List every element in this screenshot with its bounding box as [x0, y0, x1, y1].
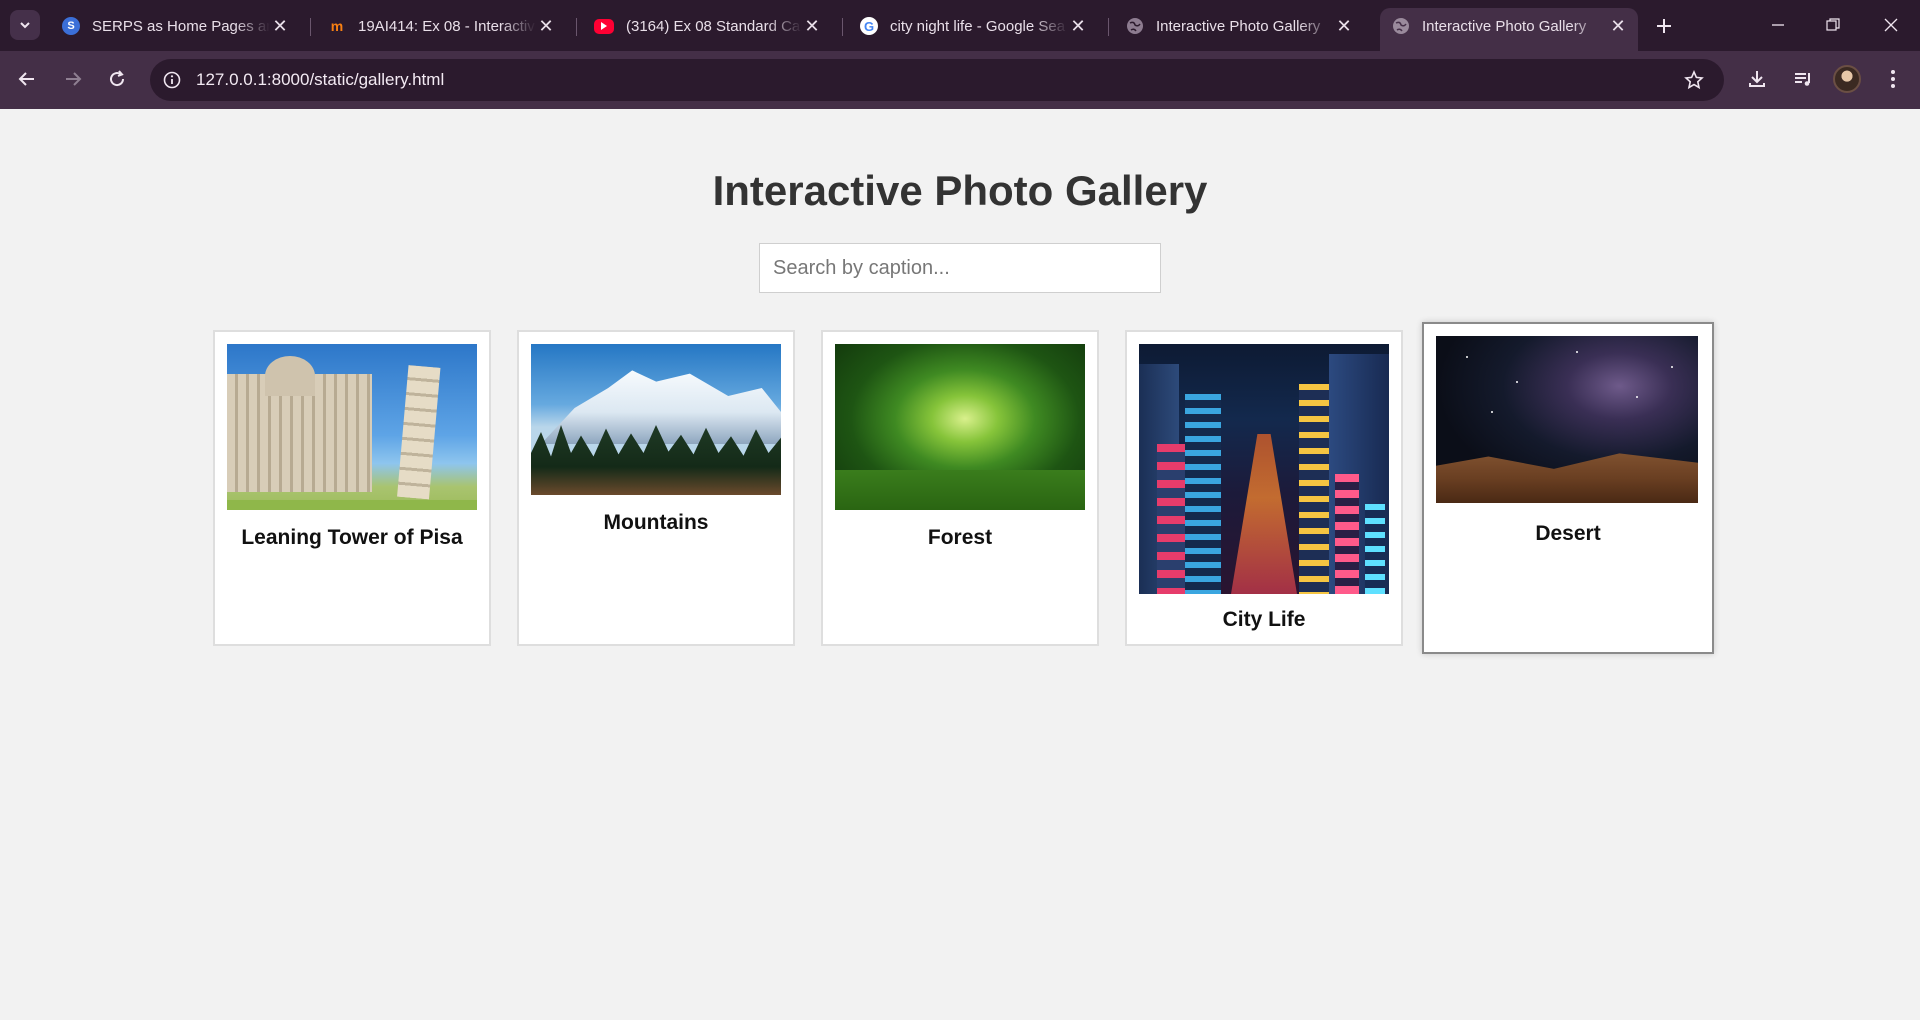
tab-google-search[interactable]: G city night life - Google Sea ✕: [848, 8, 1098, 44]
photo-leaning-tower-of-pisa[interactable]: [227, 344, 477, 510]
downloads-button[interactable]: [1740, 62, 1774, 96]
tab-moodle[interactable]: m 19AI414: Ex 08 - Interactive ✕: [316, 8, 566, 44]
tab-title: Interactive Photo Gallery: [1422, 17, 1587, 35]
minimize-button[interactable]: [1758, 10, 1798, 40]
page-title: Interactive Photo Gallery: [712, 167, 1208, 214]
close-icon[interactable]: ✕: [536, 16, 556, 36]
close-icon: [1884, 18, 1898, 32]
photo-caption: Leaning Tower of Pisa: [241, 526, 463, 549]
photo-caption: Desert: [1535, 522, 1601, 545]
tab-title: Interactive Photo Gallery: [1156, 17, 1321, 35]
photo-forest[interactable]: [835, 344, 1085, 510]
photo-caption: City Life: [1222, 608, 1306, 631]
photo-mountains[interactable]: [531, 344, 781, 495]
back-button[interactable]: [10, 62, 44, 96]
search-input[interactable]: [759, 243, 1161, 293]
gallery-card-mountains[interactable]: Mountains: [517, 330, 795, 646]
page-content: Interactive Photo Gallery Leaning Tower …: [0, 109, 1920, 1020]
close-icon[interactable]: ✕: [802, 16, 822, 36]
tab-divider: [1108, 18, 1109, 36]
tab-youtube[interactable]: (3164) Ex 08 Standard Calc ✕: [582, 8, 832, 44]
back-arrow-icon: [18, 72, 34, 86]
reload-button[interactable]: [100, 62, 134, 96]
youtube-favicon-icon: [594, 18, 614, 34]
close-icon[interactable]: ✕: [1334, 16, 1354, 36]
photo-desert[interactable]: [1436, 336, 1698, 503]
gallery-card-pisa[interactable]: Leaning Tower of Pisa: [213, 330, 491, 646]
media-queue-icon: [1795, 73, 1810, 86]
menu-button[interactable]: [1876, 62, 1910, 96]
forward-button[interactable]: [56, 62, 90, 96]
tab-title: SERPS as Home Pages and: [92, 17, 270, 35]
tab-gallery-1[interactable]: Interactive Photo Gallery ✕: [1114, 8, 1364, 44]
plus-icon: [1657, 19, 1671, 33]
globe-icon: [1126, 17, 1144, 35]
restore-button[interactable]: [1813, 10, 1853, 40]
tab-divider: [576, 18, 577, 36]
photo-caption: Mountains: [603, 511, 709, 534]
google-favicon-icon: G: [860, 17, 878, 35]
tab-strip: S SERPS as Home Pages and ✕ m 19AI414: E…: [0, 0, 1920, 51]
tab-gallery-active[interactable]: Interactive Photo Gallery ✕: [1380, 8, 1638, 51]
photo-caption: Forest: [927, 526, 993, 549]
more-vert-icon: [1891, 70, 1895, 88]
chevron-down-icon: [20, 22, 30, 29]
bookmark-star-icon[interactable]: [1682, 68, 1706, 92]
close-icon[interactable]: ✕: [270, 16, 290, 36]
close-icon[interactable]: ✕: [1068, 16, 1088, 36]
forward-arrow-icon: [66, 72, 82, 86]
address-bar[interactable]: 127.0.0.1:8000/static/gallery.html: [150, 59, 1724, 101]
browser-toolbar: 127.0.0.1:8000/static/gallery.html: [0, 51, 1920, 109]
site-info-icon[interactable]: [160, 68, 184, 92]
tab-search-button[interactable]: [10, 10, 40, 40]
moodle-favicon-icon: m: [330, 18, 344, 34]
tab-divider: [842, 18, 843, 36]
download-icon: [1749, 71, 1765, 87]
minimize-icon: [1772, 24, 1784, 26]
tab-title: city night life - Google Sea: [890, 17, 1066, 35]
media-control-button[interactable]: [1786, 62, 1820, 96]
tab-title: 19AI414: Ex 08 - Interactive: [358, 17, 536, 35]
close-icon[interactable]: ✕: [1608, 16, 1628, 36]
gallery-card-city-life[interactable]: City Life: [1125, 330, 1403, 646]
restore-icon: [1826, 18, 1840, 31]
new-tab-button[interactable]: [1650, 12, 1678, 40]
gallery-card-forest[interactable]: Forest: [821, 330, 1099, 646]
tab-divider: [310, 18, 311, 36]
reload-icon: [110, 70, 125, 87]
profile-avatar[interactable]: [1833, 65, 1861, 93]
photo-city-life[interactable]: [1139, 344, 1389, 594]
tab-title: (3164) Ex 08 Standard Calc: [626, 17, 802, 35]
serps-favicon-icon: S: [62, 17, 80, 35]
globe-icon: [1392, 17, 1410, 35]
window-close-button[interactable]: [1871, 10, 1911, 40]
gallery-card-desert[interactable]: Desert: [1422, 322, 1714, 654]
url-text[interactable]: 127.0.0.1:8000/static/gallery.html: [196, 70, 444, 90]
tab-serps[interactable]: S SERPS as Home Pages and ✕: [50, 8, 300, 44]
